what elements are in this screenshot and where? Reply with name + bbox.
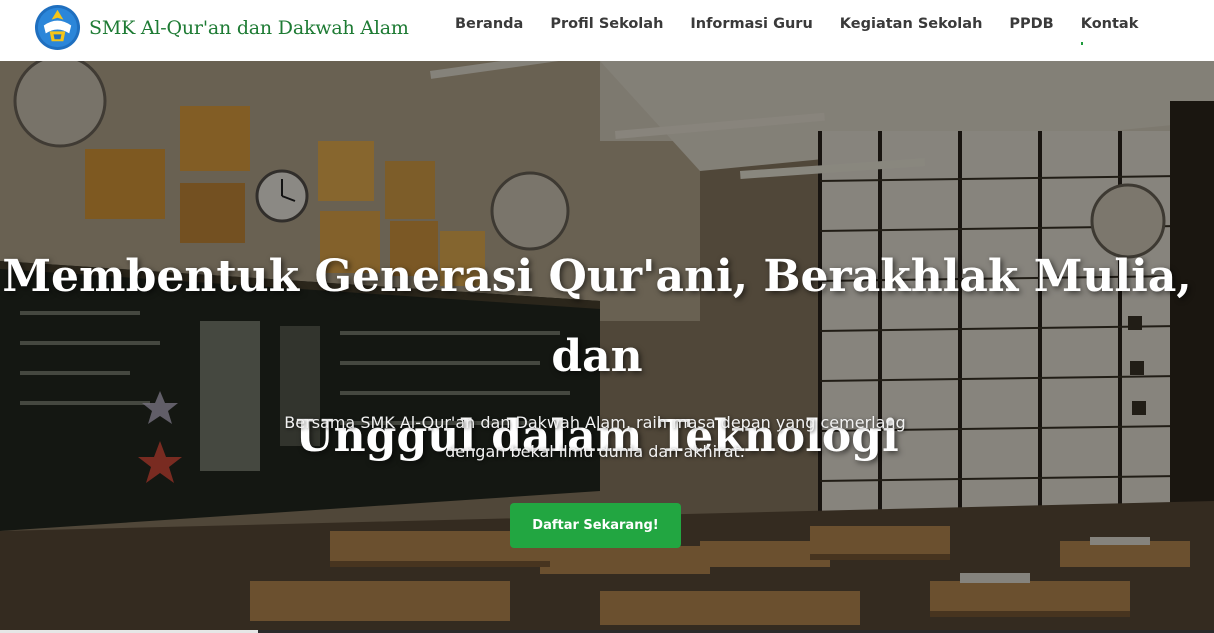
hero-subtitle: Bersama SMK Al-Qur'an dan Dakwah Alam, r… [250,408,940,466]
nav-item-kegiatan-sekolah[interactable]: Kegiatan Sekolah [840,16,983,32]
hero-section: Membentuk Generasi Qur'ani, Berakhlak Mu… [0,61,1214,630]
hero-subtitle-line-2: dengan bekal ilmu dunia dan akhirat. [445,442,745,461]
nav-item-kontak[interactable]: Kontak [1080,16,1138,45]
hero-title-line-1: Membentuk Generasi Qur'ani, Berakhlak Mu… [2,251,1192,382]
main-nav: Beranda Profil Sekolah Informasi Guru Ke… [455,0,1165,48]
nav-item-profil-sekolah[interactable]: Profil Sekolah [550,16,663,32]
nav-item-informasi-guru[interactable]: Informasi Guru [690,16,812,32]
register-now-button[interactable]: Daftar Sekarang! [510,503,681,548]
nav-item-ppdb[interactable]: PPDB [1009,16,1053,32]
hero-subtitle-line-1: Bersama SMK Al-Qur'an dan Dakwah Alam, r… [284,413,906,432]
nav-item-beranda[interactable]: Beranda [455,16,523,32]
brand-link[interactable]: SMK Al-Qur'an dan Dakwah Alam [34,4,409,51]
brand-name: SMK Al-Qur'an dan Dakwah Alam [89,16,409,39]
navbar: SMK Al-Qur'an dan Dakwah Alam Beranda Pr… [0,0,1214,61]
tut-wuri-handayani-logo [34,4,81,51]
